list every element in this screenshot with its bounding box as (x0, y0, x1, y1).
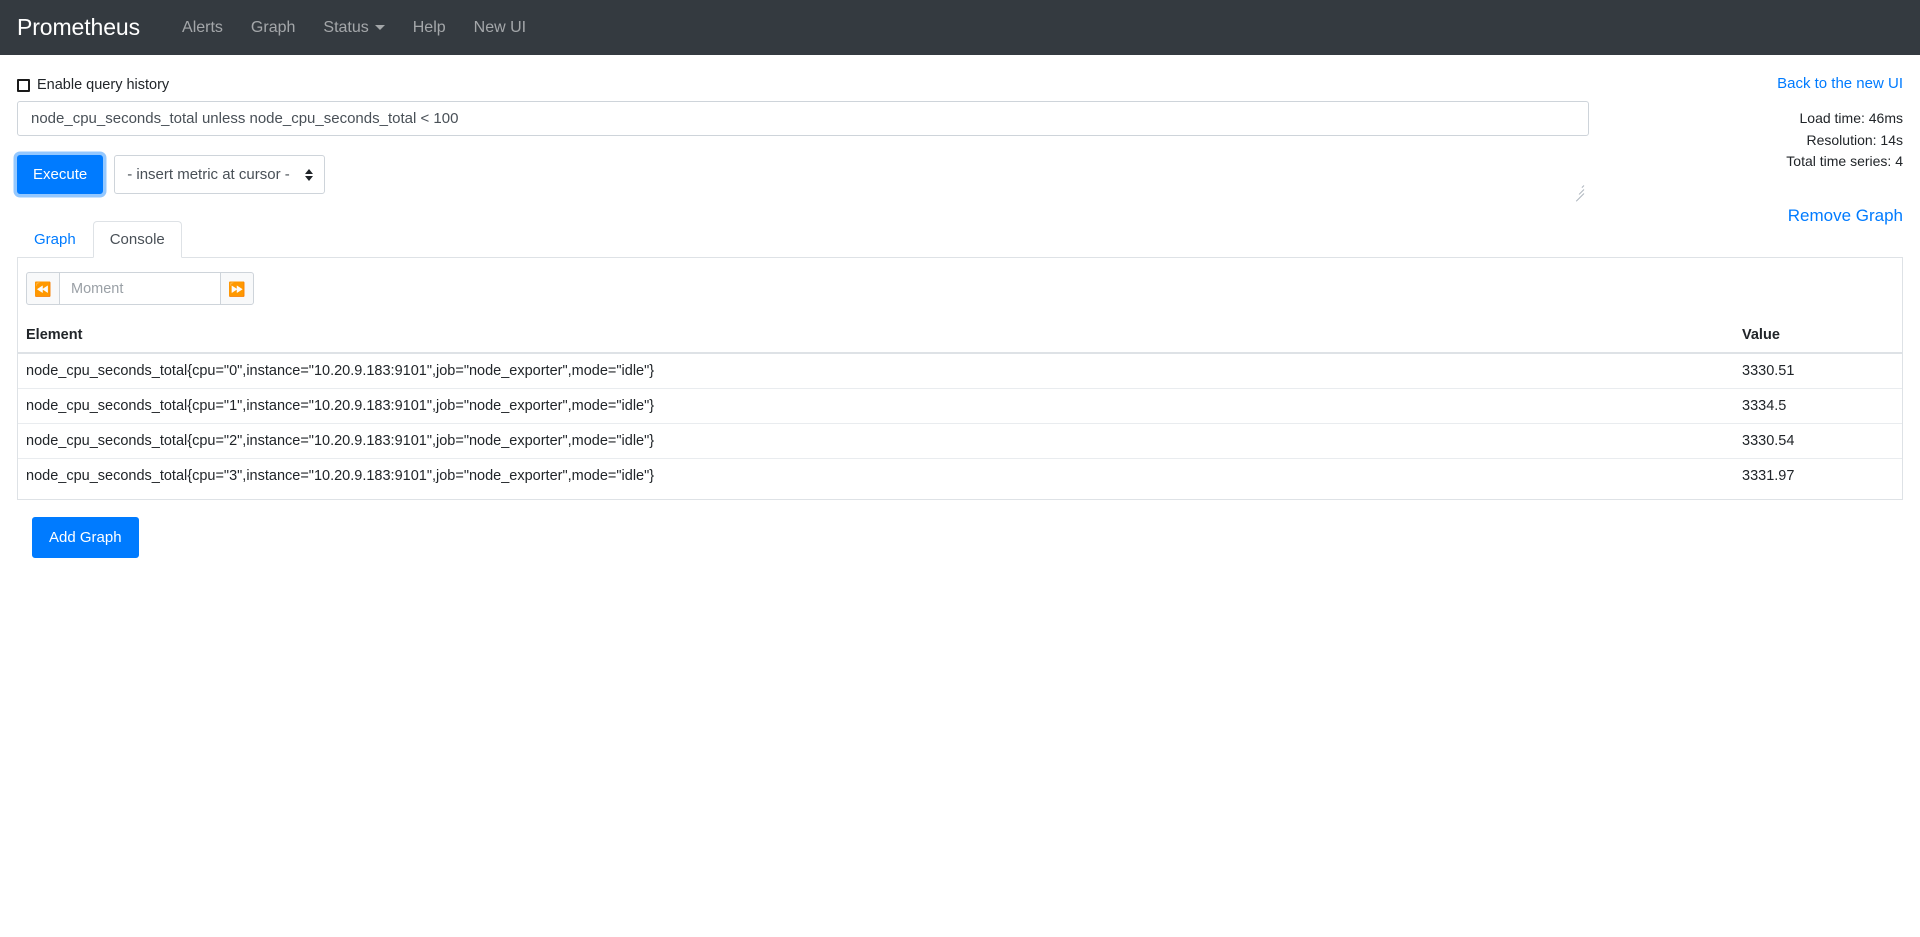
enable-query-history-label[interactable]: Enable query history (37, 77, 169, 93)
cell-element: node_cpu_seconds_total{cpu="2",instance=… (18, 423, 1734, 459)
back-to-new-ui-link[interactable]: Back to the new UI (1777, 75, 1903, 92)
nav-item-status[interactable]: Status (309, 11, 398, 45)
query-result-table: Element Value node_cpu_seconds_total{cpu… (18, 319, 1902, 493)
nav-item-status-label: Status (323, 18, 369, 36)
query-info-panel: Back to the new UI Load time: 46ms Resol… (1483, 75, 1903, 226)
nav-item-graph-label: Graph (250, 18, 296, 36)
nav-item-help[interactable]: Help (399, 11, 460, 45)
insert-metric-select-wrap: - insert metric at cursor - (114, 155, 326, 194)
step-forward-icon[interactable]: ⏩ (220, 272, 254, 305)
load-time-stat: Load time: 46ms (1799, 110, 1904, 126)
table-row: node_cpu_seconds_total{cpu="3",instance=… (18, 458, 1902, 493)
result-tabs: Graph Console (17, 221, 1903, 258)
tab-console[interactable]: Console (92, 221, 182, 258)
nav-item-graph[interactable]: Graph (237, 11, 309, 45)
cell-value: 3331.97 (1734, 458, 1902, 493)
nav-item-alerts[interactable]: Alerts (168, 11, 237, 45)
top-navbar: Prometheus Alerts Graph Status Help New … (0, 0, 1920, 55)
insert-metric-select[interactable]: - insert metric at cursor - (114, 155, 326, 194)
nav-item-help-label: Help (412, 18, 446, 36)
result-tabs-wrap: Graph Console ⏪ ⏩ Element Value (17, 221, 1903, 500)
column-header-element: Element (18, 319, 1734, 354)
table-row: node_cpu_seconds_total{cpu="1",instance=… (18, 388, 1902, 424)
add-graph-button[interactable]: Add Graph (32, 517, 139, 558)
moment-input[interactable] (60, 272, 220, 305)
cell-value: 3330.51 (1742, 363, 1795, 379)
nav-item-new-ui[interactable]: New UI (460, 11, 540, 45)
resolution-stat: Resolution: 14s (1806, 131, 1903, 148)
brand-logo[interactable]: Prometheus (17, 14, 140, 41)
table-head: Element Value (18, 319, 1902, 354)
column-header-value: Value (1734, 319, 1902, 354)
table-header-row: Element Value (18, 319, 1902, 354)
cell-element: node_cpu_seconds_total{cpu="0",instance=… (26, 363, 655, 379)
query-stats: Load time: 46ms Resolution: 14s Total ti… (1483, 108, 1903, 173)
execute-button[interactable]: Execute (17, 155, 104, 194)
enable-query-history-checkbox[interactable] (17, 78, 30, 92)
step-backward-icon[interactable]: ⏪ (26, 272, 60, 305)
cell-value: 3330.54 (1734, 423, 1902, 459)
cell-element: node_cpu_seconds_total{cpu="3",instance=… (18, 458, 1734, 493)
table-body: node_cpu_seconds_total{cpu="0",instance=… (18, 353, 1902, 493)
total-time-series-stat: Total time series: 4 (1786, 153, 1903, 170)
tab-graph[interactable]: Graph (17, 221, 93, 258)
nav-item-alerts-label: Alerts (182, 18, 223, 36)
table-row: node_cpu_seconds_total{cpu="0",instance=… (18, 353, 1902, 389)
page-body: Back to the new UI Load time: 46ms Resol… (0, 55, 1920, 558)
nav-item-new-ui-label: New UI (473, 18, 527, 36)
table-row: node_cpu_seconds_total{cpu="2",instance=… (18, 423, 1902, 459)
cell-element: node_cpu_seconds_total{cpu="1",instance=… (18, 388, 1734, 424)
cell-value: 3334.5 (1734, 388, 1902, 424)
chevron-down-icon (374, 25, 385, 30)
moment-toolbar: ⏪ ⏩ (26, 272, 1902, 305)
query-expression-input[interactable] (17, 101, 1589, 136)
nav-links: Alerts Graph Status Help New UI (168, 11, 540, 45)
console-tab-panel: ⏪ ⏩ Element Value node_cpu_seconds_t (17, 258, 1903, 500)
